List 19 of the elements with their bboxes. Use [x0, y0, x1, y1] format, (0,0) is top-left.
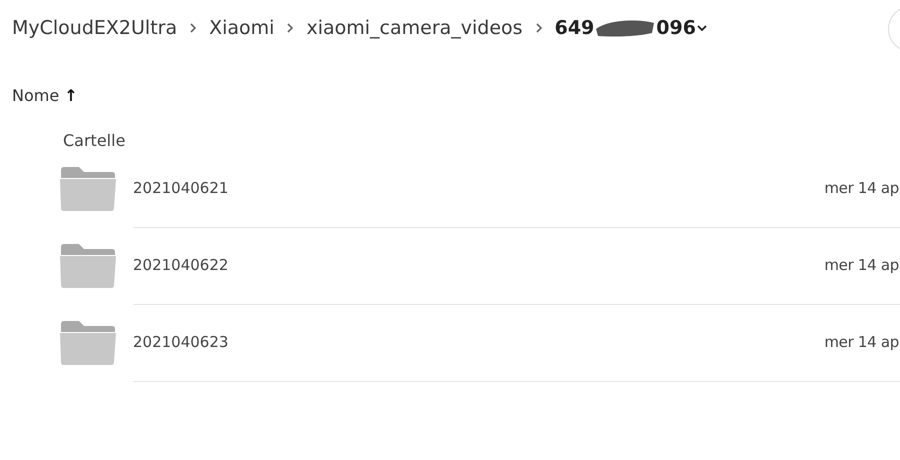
- folder-icon: [59, 242, 117, 288]
- chevron-right-icon: [189, 22, 198, 34]
- modified-date: mer 14 ap: [824, 333, 899, 351]
- folder-name[interactable]: 2021040622: [133, 256, 228, 274]
- breadcrumb-link[interactable]: MyCloudEX2Ultra: [12, 17, 178, 39]
- folder-icon: [59, 320, 117, 366]
- chevron-right-icon: [534, 22, 543, 34]
- modified-date: mer 14 ap: [824, 256, 899, 274]
- folder-icon: [59, 166, 117, 212]
- folder-name[interactable]: 2021040621: [133, 179, 228, 197]
- breadcrumb-link[interactable]: Xiaomi: [209, 17, 274, 39]
- modified-date: mer 14 ap: [824, 179, 899, 197]
- folder-name[interactable]: 2021040623: [133, 333, 228, 351]
- section-heading: Cartelle: [63, 131, 126, 150]
- breadcrumb-link[interactable]: xiaomi_camera_videos: [306, 17, 523, 39]
- current-folder-button[interactable]: 649 096: [554, 17, 708, 39]
- chevron-right-icon: [286, 22, 294, 34]
- sort-header[interactable]: Nome ↑: [12, 86, 78, 105]
- chevron-down-icon: [696, 24, 708, 32]
